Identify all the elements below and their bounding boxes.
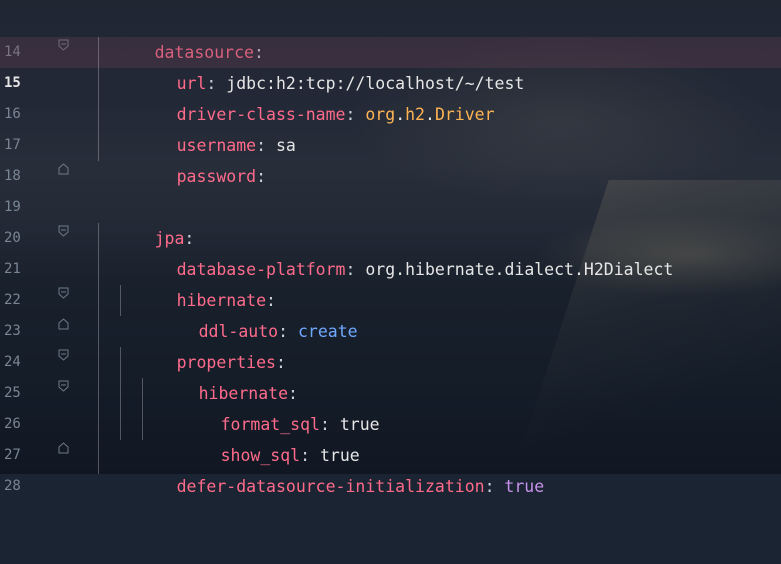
indent-guide	[142, 378, 143, 440]
fold-marker-icon[interactable]	[58, 201, 69, 237]
fold-marker-icon[interactable]	[58, 263, 69, 299]
code-line-current[interactable]: 15 url: jdbc:h2:tcp://localhost/~/test	[0, 37, 781, 93]
code-line[interactable]: 21 database-platform: org.hibernate.dial…	[0, 223, 781, 279]
yaml-value-keyword: true	[494, 477, 545, 496]
code-line[interactable]: 14 datasource:	[0, 6, 781, 62]
fold-end-marker-icon[interactable]	[58, 418, 69, 454]
yaml-colon: :	[484, 477, 495, 496]
code-line[interactable]: 19	[0, 161, 781, 215]
indent-guide	[98, 223, 99, 474]
code-line[interactable]: 28 defer-datasource-initialization: true	[0, 440, 781, 496]
indent-guide	[120, 285, 121, 316]
code-line[interactable]: 23 ddl-auto: create	[0, 285, 781, 341]
code-line[interactable]: 24 properties:	[0, 316, 781, 372]
code-line[interactable]: 26 format_sql: true	[0, 378, 781, 434]
fold-marker-icon[interactable]	[58, 325, 69, 361]
line-number: 28	[4, 478, 21, 494]
code-line[interactable]: 27 show_sql: true	[0, 409, 781, 465]
code-line[interactable]: 16 driver-class-name: org.h2.Driver	[0, 68, 781, 124]
indent-guide	[120, 347, 121, 440]
code-line[interactable]: 17 username: sa	[0, 99, 781, 155]
fold-marker-icon[interactable]	[58, 15, 69, 51]
fold-marker-icon[interactable]	[58, 356, 69, 392]
fold-end-marker-icon[interactable]	[58, 294, 69, 330]
code-line[interactable]: 20 jpa:	[0, 192, 781, 248]
fold-end-marker-icon[interactable]	[58, 139, 69, 175]
code-line[interactable]: 25 hibernate:	[0, 347, 781, 403]
yaml-key: defer-datasource-initialization	[176, 477, 485, 496]
code-line[interactable]: 18 password:	[0, 130, 781, 186]
indent-guide	[98, 37, 99, 161]
code-line[interactable]: 22 hibernate:	[0, 254, 781, 310]
